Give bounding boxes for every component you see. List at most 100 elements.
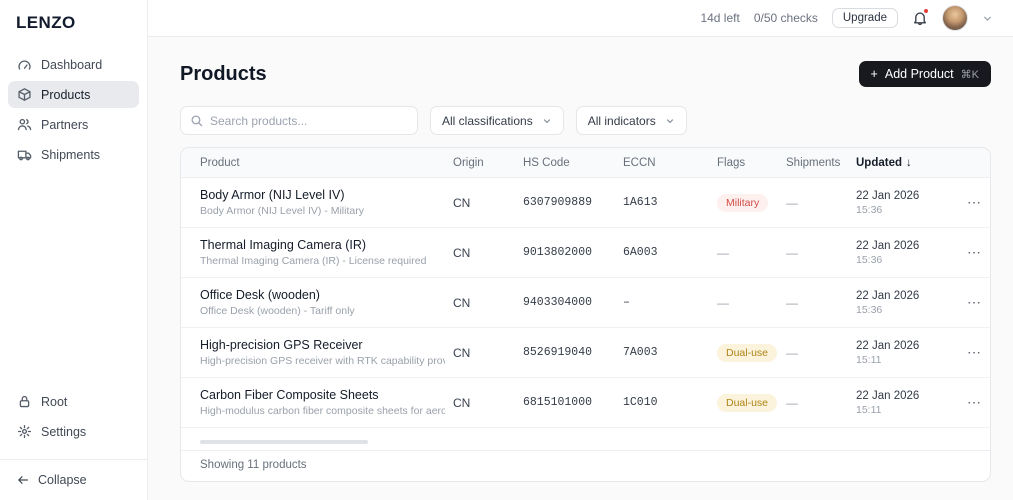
add-product-label: Add Product bbox=[885, 67, 954, 81]
page-title: Products bbox=[180, 63, 267, 86]
brand-logo: LENZO bbox=[0, 0, 147, 43]
arrow-left-icon bbox=[16, 473, 30, 487]
flag-badge: — bbox=[717, 246, 729, 260]
lock-icon bbox=[17, 394, 32, 409]
eccn-cell: 1C010 bbox=[623, 396, 717, 409]
row-actions-button[interactable]: ⋯ bbox=[959, 244, 990, 261]
sidebar-item-partners[interactable]: Partners bbox=[8, 111, 139, 138]
updated-time: 15:36 bbox=[856, 254, 951, 266]
sidebar-item-dashboard[interactable]: Dashboard bbox=[8, 51, 139, 78]
updated-cell: 22 Jan 2026 15:11 bbox=[856, 340, 959, 366]
indicator-filter[interactable]: All indicators bbox=[576, 106, 687, 135]
sidebar-item-label: Settings bbox=[41, 425, 86, 439]
chevron-down-icon bbox=[542, 116, 552, 126]
column-eccn[interactable]: ECCN bbox=[623, 157, 717, 169]
product-subtitle: High-precision GPS receiver with RTK cap… bbox=[200, 355, 445, 367]
flag-badge: Dual-use bbox=[717, 394, 777, 412]
updated-date: 22 Jan 2026 bbox=[856, 390, 951, 402]
product-name: Thermal Imaging Camera (IR) bbox=[200, 238, 445, 252]
sidebar-spacer bbox=[0, 168, 147, 388]
add-product-button[interactable]: + Add Product ⌘K bbox=[859, 61, 991, 87]
clipped-row bbox=[181, 428, 990, 451]
product-subtitle: Body Armor (NIJ Level IV) - Military bbox=[200, 205, 445, 217]
flags-cell: Dual-use bbox=[717, 394, 786, 412]
avatar[interactable] bbox=[942, 5, 968, 31]
product-cell: Office Desk (wooden) Office Desk (wooden… bbox=[181, 288, 453, 317]
shipments-cell: — bbox=[786, 296, 856, 310]
collapse-label: Collapse bbox=[38, 473, 87, 487]
flags-cell: Military bbox=[717, 194, 786, 212]
product-cell: High-precision GPS Receiver High-precisi… bbox=[181, 338, 453, 367]
sidebar-item-root[interactable]: Root bbox=[8, 388, 139, 415]
hs-code-cell: 8526919040 bbox=[523, 346, 623, 359]
column-hs-code[interactable]: HS Code bbox=[523, 157, 623, 169]
updated-date: 22 Jan 2026 bbox=[856, 290, 951, 302]
updated-time: 15:11 bbox=[856, 404, 951, 416]
updated-time: 15:36 bbox=[856, 204, 951, 216]
table-row[interactable]: Thermal Imaging Camera (IR) Thermal Imag… bbox=[181, 228, 990, 278]
search-icon bbox=[190, 114, 203, 127]
row-actions-button[interactable]: ⋯ bbox=[959, 394, 990, 411]
row-actions-button[interactable]: ⋯ bbox=[959, 194, 990, 211]
origin-cell: CN bbox=[453, 196, 523, 210]
main-area: 14d left 0/50 checks Upgrade Products + … bbox=[148, 0, 1013, 500]
column-product[interactable]: Product bbox=[181, 157, 453, 169]
hs-code-cell: 9013802000 bbox=[523, 246, 623, 259]
product-subtitle: Thermal Imaging Camera (IR) - License re… bbox=[200, 255, 445, 267]
dashboard-icon bbox=[17, 57, 32, 72]
search-input[interactable] bbox=[210, 114, 408, 128]
sidebar-item-products[interactable]: Products bbox=[8, 81, 139, 108]
add-product-shortcut: ⌘K bbox=[961, 68, 979, 81]
sidebar-item-label: Partners bbox=[41, 118, 88, 132]
page-header: Products + Add Product ⌘K bbox=[180, 61, 991, 87]
hs-code-cell: 6815101000 bbox=[523, 396, 623, 409]
updated-cell: 22 Jan 2026 15:36 bbox=[856, 240, 959, 266]
collapse-button[interactable]: Collapse bbox=[0, 459, 147, 500]
sidebar-item-settings[interactable]: Settings bbox=[8, 418, 139, 445]
sidebar: LENZO Dashboard Products Partners Shipme… bbox=[0, 0, 148, 500]
table-row[interactable]: High-precision GPS Receiver High-precisi… bbox=[181, 328, 990, 378]
notifications-button[interactable] bbox=[912, 10, 928, 26]
updated-time: 15:11 bbox=[856, 354, 951, 366]
product-name: Body Armor (NIJ Level IV) bbox=[200, 188, 445, 202]
sidebar-item-shipments[interactable]: Shipments bbox=[8, 141, 139, 168]
eccn-cell: 1A613 bbox=[623, 196, 717, 209]
flag-badge: — bbox=[717, 296, 729, 310]
updated-date: 22 Jan 2026 bbox=[856, 240, 951, 252]
column-updated[interactable]: Updated ↓ bbox=[856, 157, 959, 169]
origin-cell: CN bbox=[453, 396, 523, 410]
sidebar-item-label: Shipments bbox=[41, 148, 100, 162]
updated-cell: 22 Jan 2026 15:36 bbox=[856, 190, 959, 216]
column-shipments[interactable]: Shipments bbox=[786, 157, 856, 169]
product-name: Carbon Fiber Composite Sheets bbox=[200, 388, 445, 402]
users-icon bbox=[17, 117, 32, 132]
notification-dot bbox=[923, 8, 929, 14]
chevron-down-icon bbox=[665, 116, 675, 126]
flags-cell: — bbox=[717, 296, 786, 310]
table-row[interactable]: Body Armor (NIJ Level IV) Body Armor (NI… bbox=[181, 178, 990, 228]
sidebar-item-label: Dashboard bbox=[41, 58, 102, 72]
row-actions-button[interactable]: ⋯ bbox=[959, 294, 990, 311]
classification-filter[interactable]: All classifications bbox=[430, 106, 564, 135]
table-header: Product Origin HS Code ECCN Flags Shipme… bbox=[181, 148, 990, 178]
column-flags[interactable]: Flags bbox=[717, 157, 786, 169]
product-subtitle: Office Desk (wooden) - Tariff only bbox=[200, 305, 445, 317]
shipments-cell: — bbox=[786, 196, 856, 210]
package-icon bbox=[17, 87, 32, 102]
row-actions-button[interactable]: ⋯ bbox=[959, 344, 990, 361]
trial-remaining: 14d left bbox=[700, 11, 739, 25]
content: Products + Add Product ⌘K All classifica… bbox=[148, 37, 1013, 500]
filter-bar: All classifications All indicators bbox=[180, 106, 991, 135]
upgrade-button[interactable]: Upgrade bbox=[832, 8, 898, 28]
column-origin[interactable]: Origin bbox=[453, 157, 523, 169]
origin-cell: CN bbox=[453, 346, 523, 360]
products-table: Product Origin HS Code ECCN Flags Shipme… bbox=[180, 147, 991, 482]
table-row[interactable]: Carbon Fiber Composite Sheets High-modul… bbox=[181, 378, 990, 428]
product-cell: Body Armor (NIJ Level IV) Body Armor (NI… bbox=[181, 188, 453, 217]
product-subtitle: High-modulus carbon fiber composite shee… bbox=[200, 405, 445, 417]
chevron-down-icon[interactable] bbox=[982, 13, 993, 24]
table-footer: Showing 11 products bbox=[181, 451, 990, 481]
table-row[interactable]: Office Desk (wooden) Office Desk (wooden… bbox=[181, 278, 990, 328]
topbar: 14d left 0/50 checks Upgrade bbox=[148, 0, 1013, 37]
sidebar-item-label: Products bbox=[41, 88, 90, 102]
